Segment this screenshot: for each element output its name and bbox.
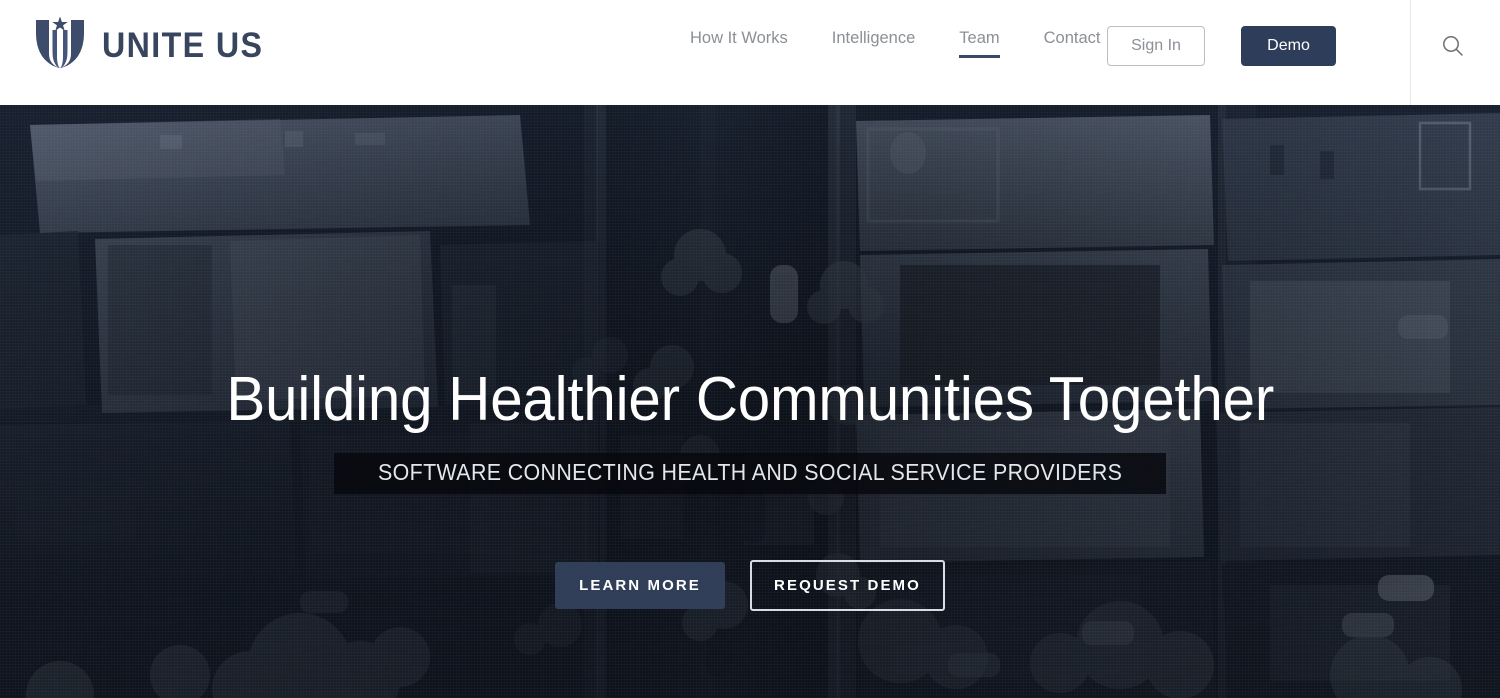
nav-item-how-it-works[interactable]: How It Works [690, 28, 788, 58]
site-header: UNITE US How It Works Intelligence Team … [0, 0, 1500, 105]
hero-content: Building Healthier Communities Together … [0, 105, 1500, 698]
demo-button[interactable]: Demo [1241, 26, 1336, 66]
header-divider [1410, 0, 1411, 105]
hero-cta-group: LEARN MORE REQUEST DEMO [555, 560, 945, 611]
hero-subtitle-band: SOFTWARE CONNECTING HEALTH AND SOCIAL SE… [333, 453, 1167, 494]
hero-section: Building Healthier Communities Together … [0, 105, 1500, 698]
brand-logo-link[interactable]: UNITE US [32, 16, 277, 74]
request-demo-button[interactable]: REQUEST DEMO [750, 560, 945, 611]
hero-title: Building Healthier Communities Together [226, 365, 1274, 434]
nav-item-intelligence[interactable]: Intelligence [832, 28, 915, 58]
brand-name: UNITE US [102, 25, 264, 65]
learn-more-button[interactable]: LEARN MORE [555, 562, 725, 609]
search-icon [1443, 36, 1463, 56]
unite-us-shield-star-logo-icon [36, 16, 84, 69]
hero-subtitle: SOFTWARE CONNECTING HEALTH AND SOCIAL SE… [377, 459, 1123, 485]
main-navigation: How It Works Intelligence Team Contact [690, 28, 1101, 58]
nav-item-contact[interactable]: Contact [1044, 28, 1101, 58]
page-root: UNITE US How It Works Intelligence Team … [0, 0, 1500, 698]
search-button[interactable] [1436, 29, 1470, 63]
nav-item-team[interactable]: Team [959, 28, 1001, 58]
sign-in-button[interactable]: Sign In [1107, 26, 1205, 66]
